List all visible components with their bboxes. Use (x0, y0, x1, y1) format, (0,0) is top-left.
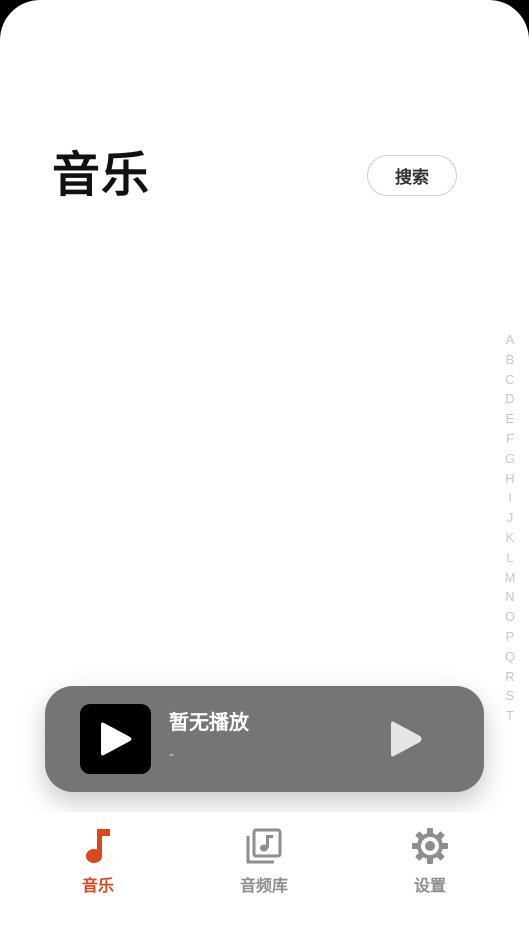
alphabet-index-letter[interactable]: R (505, 667, 514, 687)
screen: 音乐 搜索 A B C D E F G H I J K L M N O P Q … (0, 0, 529, 940)
alphabet-index-letter[interactable]: N (505, 587, 514, 607)
play-button[interactable] (385, 718, 427, 760)
alphabet-index-letter[interactable]: H (505, 469, 514, 489)
alphabet-index-letter[interactable]: D (505, 389, 514, 409)
alphabet-index-letter[interactable]: I (508, 488, 512, 508)
music-note-icon (78, 826, 118, 866)
alphabet-index-letter[interactable]: J (507, 508, 514, 528)
album-cover[interactable] (80, 704, 151, 774)
tab-music[interactable]: 音乐 (48, 826, 148, 906)
alphabet-index-letter[interactable]: P (506, 627, 515, 647)
track-artist: - (169, 747, 175, 763)
alphabet-index-letter[interactable]: S (506, 686, 515, 706)
gear-icon (410, 826, 450, 866)
mini-player[interactable]: 暂无播放 - (45, 686, 484, 792)
tab-label: 音乐 (81, 876, 114, 895)
search-button[interactable]: 搜索 (367, 155, 457, 196)
music-library-icon (244, 826, 284, 866)
alphabet-index-letter[interactable]: K (506, 528, 515, 548)
play-icon (100, 722, 131, 756)
alphabet-index-letter[interactable]: L (506, 548, 513, 568)
alphabet-index-letter[interactable]: B (506, 350, 515, 370)
bottom-tab-bar: 音乐 音频库 设置 (0, 812, 529, 940)
play-icon (391, 721, 422, 757)
alphabet-index-letter[interactable]: T (506, 706, 514, 726)
alphabet-index-letter[interactable]: C (505, 370, 514, 390)
tab-audio-library[interactable]: 音频库 (214, 826, 314, 906)
track-title: 暂无播放 (169, 710, 249, 734)
alphabet-index-letter[interactable]: E (506, 409, 515, 429)
alphabet-index-letter[interactable]: A (506, 330, 515, 350)
alphabet-index-letter[interactable]: O (505, 607, 515, 627)
alphabet-index-letter[interactable]: M (505, 568, 516, 588)
alphabet-index-letter[interactable]: F (506, 429, 514, 449)
alphabet-index-letter[interactable]: G (505, 449, 515, 469)
tab-label: 设置 (413, 876, 446, 895)
page-title: 音乐 (52, 147, 151, 203)
alphabet-index-letter[interactable]: Q (505, 647, 515, 667)
tab-settings[interactable]: 设置 (380, 826, 480, 906)
tab-label: 音频库 (239, 876, 288, 895)
alphabet-index[interactable]: A B C D E F G H I J K L M N O P Q R S T (503, 330, 517, 726)
